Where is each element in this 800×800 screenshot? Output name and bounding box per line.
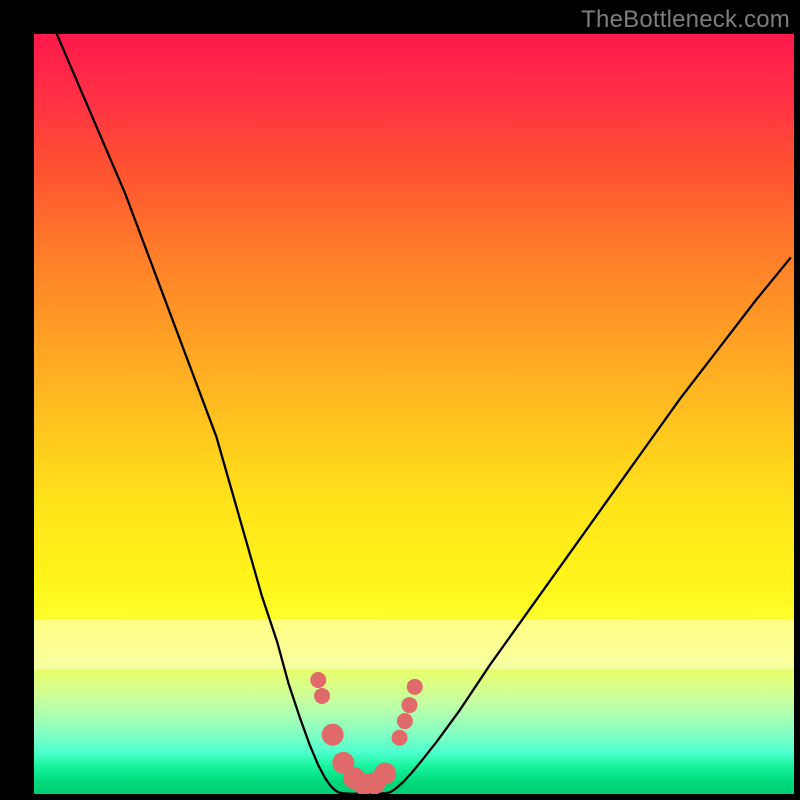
chart-frame: TheBottleneck.com (0, 0, 800, 800)
plot-area (34, 34, 794, 794)
valley-markers (310, 672, 423, 794)
bottleneck-curve (57, 34, 790, 794)
curve-layer (34, 34, 794, 794)
watermark-text: TheBottleneck.com (581, 6, 790, 34)
